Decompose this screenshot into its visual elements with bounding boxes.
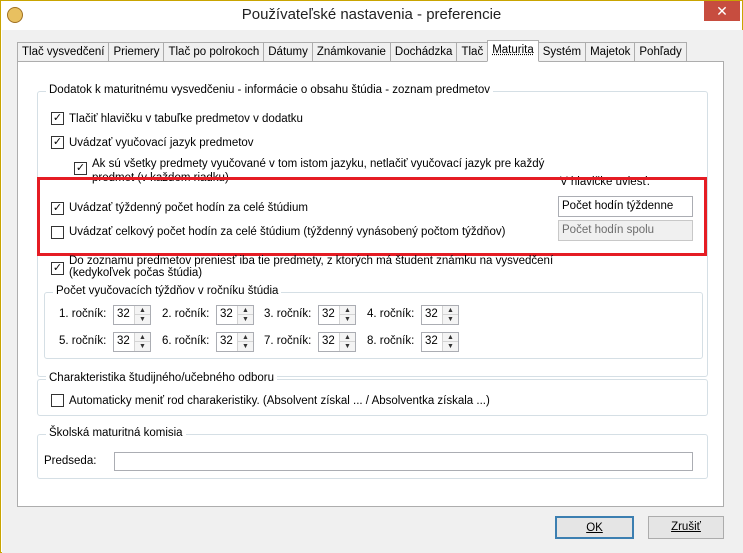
spin-up-icon[interactable]: ▲ [238,333,253,342]
label-menit-rod: Automaticky meniť rod charakeristiky. (A… [69,395,490,407]
label-predseda: Predseda: [44,455,97,467]
spinner-rocnik-6[interactable]: 32 ▲ ▼ [216,332,254,352]
label-rocnik-5: 5. ročník: [59,335,107,347]
label-len-znamkovane-line2: (kedykoľvek počas štúdia) [69,267,203,279]
label-rocnik-2: 2. ročník: [162,308,210,320]
label-rocnik-4: 4. ročník: [367,308,415,320]
spinner-rocnik-3[interactable]: 32 ▲ ▼ [318,305,356,325]
tab-pohlady[interactable]: Pohľady [634,42,687,62]
tab-dochadzka[interactable]: Dochádzka [389,42,458,62]
spinner-rocnik-2[interactable]: 32 ▲ ▼ [216,305,254,325]
spin-up-icon[interactable]: ▲ [238,306,253,315]
tab-znamkovanie[interactable]: Známkovanie [311,42,391,62]
tab-tlac-vysvedceni[interactable]: Tlač vysvedčení [17,42,110,62]
checkbox-meniť-rod[interactable] [51,394,64,407]
spin-up-icon[interactable]: ▲ [340,333,355,342]
tab-strip: Tlač vysvedčení Priemery Tlač po polroko… [17,40,687,62]
tab-datumy[interactable]: Dátumy [263,42,313,62]
highlight-annotation [37,177,707,256]
label-rocnik-3: 3. ročník: [264,308,312,320]
checkbox-len-znamkovane[interactable]: ✓ [51,262,64,275]
group-dodatok-label: Dodatok k maturitnému vysvedčeniu - info… [46,84,494,96]
checkbox-netlacit-jazyk[interactable]: ✓ [74,162,87,175]
label-rocnik-8: 8. ročník: [367,335,415,347]
tab-system[interactable]: Systém [537,42,587,62]
spinner-rocnik-4[interactable]: 32 ▲ ▼ [421,305,459,325]
cancel-button[interactable]: Zrušiť [648,516,724,539]
window-title: Používateľské nastavenia - preferencie [241,6,502,23]
spinner-rocnik-7[interactable]: 32 ▲ ▼ [318,332,356,352]
title-bar: Používateľské nastavenia - preferencie ✕ [1,1,742,30]
group-charakteristika-label: Charakteristika študijného/učebného odbo… [46,372,278,384]
spinner-rocnik-8[interactable]: 32 ▲ ▼ [421,332,459,352]
label-rocnik-1: 1. ročník: [59,308,107,320]
spin-down-icon[interactable]: ▼ [135,342,150,351]
label-netlacit-jazyk-line1: Ak sú všetky predmety vyučované v tom is… [92,158,545,170]
spin-up-icon[interactable]: ▲ [135,333,150,342]
checkbox-tlacit-hlavicku[interactable]: ✓ [51,112,64,125]
label-rocnik-7: 7. ročník: [264,335,312,347]
spinner-rocnik-1[interactable]: 32 ▲ ▼ [113,305,151,325]
group-maturitna-komisia-label: Školská maturitná komisia [46,427,186,439]
spin-up-icon[interactable]: ▲ [340,306,355,315]
tab-tlac-po-polrokoch[interactable]: Tlač po polrokoch [163,42,265,62]
spinner-rocnik-5[interactable]: 32 ▲ ▼ [113,332,151,352]
spin-down-icon[interactable]: ▼ [238,315,253,324]
label-tlacit-hlavicku: Tlačiť hlavičku v tabuľke predmetov v do… [69,113,303,125]
tab-priemery[interactable]: Priemery [108,42,165,62]
label-len-znamkovane-line1: Do zoznamu predmetov preniesť iba tie pr… [69,255,554,267]
spin-up-icon[interactable]: ▲ [443,306,458,315]
group-pocet-tyzdnov-label: Počet vyučovacích týždňov v ročníku štúd… [53,285,282,297]
ok-button[interactable]: OK [555,516,634,539]
spin-down-icon[interactable]: ▼ [340,342,355,351]
spin-up-icon[interactable]: ▲ [135,306,150,315]
spin-down-icon[interactable]: ▼ [238,342,253,351]
label-uvadzat-jazyk: Uvádzať vyučovací jazyk predmetov [69,137,254,149]
tab-tlac[interactable]: Tlač [456,42,489,62]
close-button[interactable]: ✕ [704,1,740,21]
spin-down-icon[interactable]: ▼ [340,315,355,324]
label-rocnik-6: 6. ročník: [162,335,210,347]
spin-up-icon[interactable]: ▲ [443,333,458,342]
tab-maturita[interactable]: Maturita [487,40,539,62]
checkbox-uvadzat-jazyk[interactable]: ✓ [51,136,64,149]
tab-majetok[interactable]: Majetok [585,42,636,62]
spin-down-icon[interactable]: ▼ [135,315,150,324]
spin-down-icon[interactable]: ▼ [443,315,458,324]
predseda-input[interactable] [114,452,693,471]
spin-down-icon[interactable]: ▼ [443,342,458,351]
